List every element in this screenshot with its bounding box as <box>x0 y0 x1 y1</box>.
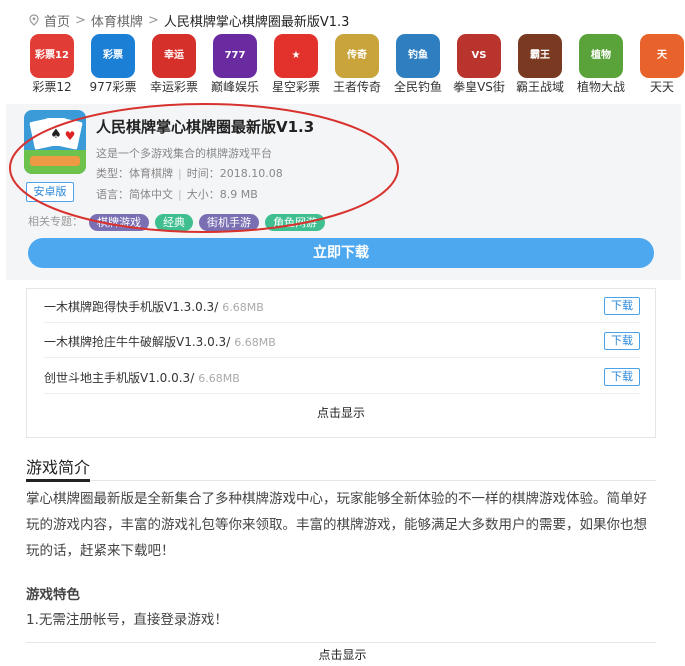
xingyun-icon: 幸运 <box>152 34 196 78</box>
game-time: 时间：2018.10.08 <box>186 167 283 180</box>
app-item[interactable]: 传奇 王者传奇 <box>325 34 389 94</box>
app-name: 霸王战域 <box>515 80 564 94</box>
game-description: 这是一个多游戏集合的棋牌游戏平台 <box>96 147 272 160</box>
related-topics-label: 相关专题： <box>28 215 83 228</box>
download-name[interactable]: 一木棋牌跑得快手机版V1.3.0.3/ <box>44 300 218 314</box>
app-name: 天天 <box>649 80 674 94</box>
related-apps-strip: 彩票12 彩票12 彩票 977彩票 幸运 幸运彩票 777 巅峰娱乐 ★ 星空彩票 传奇 王者传奇钓… <box>20 34 685 96</box>
topic-tag[interactable]: 街机手游 <box>199 214 259 231</box>
app-name: 彩票12 <box>32 80 72 94</box>
game-type: 类型：体育棋牌 <box>96 167 173 180</box>
diaoyu-icon: 钓鱼 <box>396 34 440 78</box>
svg-text:♥: ♥ <box>65 129 76 143</box>
dianfeng-icon: 777 <box>213 34 257 78</box>
download-now-button[interactable]: 立即下载 <box>28 238 654 268</box>
app-name: 植物大战 <box>576 80 625 94</box>
app-item[interactable]: VS 拳皇VS街 <box>447 34 511 94</box>
download-name[interactable]: 一木棋牌抢庄牛牛破解版V1.3.0.3/ <box>44 335 230 349</box>
app-item[interactable]: 幸运 幸运彩票 <box>142 34 206 94</box>
intro-heading: 游戏简介 <box>26 458 91 477</box>
section-divider <box>26 642 656 643</box>
platform-badge[interactable]: 安卓版 <box>26 182 74 202</box>
topic-tag[interactable]: 角色网游 <box>265 214 325 231</box>
app-name: 星空彩票 <box>271 80 320 94</box>
topic-tag[interactable]: 棋牌游戏 <box>89 214 149 231</box>
game-title: 人民棋牌掌心棋牌圈最新版V1.3 <box>96 118 315 136</box>
xingkong-icon: ★ <box>274 34 318 78</box>
app-name: 977彩票 <box>89 80 137 94</box>
topic-tag[interactable]: 经典 <box>155 214 193 231</box>
bawang-icon: 霸王 <box>518 34 562 78</box>
game-language: 语言：简体中文 <box>96 188 173 201</box>
topic-tags: 棋牌游戏 经典 街机手游 角色网游 <box>89 211 331 231</box>
section-divider <box>26 480 656 481</box>
download-name[interactable]: 创世斗地主手机版V1.0.0.3/ <box>44 371 194 385</box>
app-name: 王者传奇 <box>332 80 381 94</box>
tiantian-icon: 天 <box>640 34 684 78</box>
breadcrumb-separator: > <box>75 12 86 28</box>
game-meta-row-2: 语言：简体中文 | 大小：8.9 MB <box>96 188 258 201</box>
breadcrumb-category[interactable]: 体育棋牌 <box>91 11 143 30</box>
download-button[interactable]: 下载 <box>604 331 640 350</box>
quanhuang-icon: VS <box>457 34 501 78</box>
game-meta-row-1: 类型：体育棋牌 | 时间：2018.10.08 <box>96 167 283 180</box>
game-cover-image: ♠ ♥ <box>24 110 86 174</box>
download-button[interactable]: 下载 <box>604 296 640 315</box>
977-icon: 彩票 <box>91 34 135 78</box>
game-size: 大小：8.9 MB <box>186 188 258 201</box>
feature-item: 1.无需注册帐号，直接登录游戏！ <box>26 612 228 628</box>
intro-text: 掌心棋牌圈最新版是全新集合了多种棋牌游戏中心，玩家能够全新体验的不一样的棋牌游戏… <box>26 491 647 559</box>
app-name: 巅峰娱乐 <box>210 80 259 94</box>
download-row: 一木棋牌跑得快手机版V1.3.0.3/6.68MB 下载 <box>44 289 640 323</box>
download-size: 6.68MB <box>198 372 240 385</box>
download-size: 6.68MB <box>222 301 264 314</box>
download-list: 一木棋牌跑得快手机版V1.3.0.3/6.68MB 下载 一木棋牌抢庄牛牛破解版… <box>26 288 656 438</box>
download-row: 创世斗地主手机版V1.0.0.3/6.68MB 下载 <box>44 360 640 394</box>
breadcrumb: 首页 > 体育棋牌 > 人民棋牌掌心棋牌圈最新版V1.3 <box>28 10 349 30</box>
download-size: 6.68MB <box>234 336 276 349</box>
wangzhe-icon: 传奇 <box>335 34 379 78</box>
features-heading: 游戏特色 <box>26 587 80 603</box>
breadcrumb-current: 人民棋牌掌心棋牌圈最新版V1.3 <box>163 14 350 30</box>
section-underline <box>26 479 90 482</box>
app-name: 幸运彩票 <box>149 80 198 94</box>
app-item[interactable]: 钓鱼 全民钓鱼 <box>386 34 450 94</box>
app-item[interactable]: 植物 植物大战 <box>569 34 633 94</box>
app-name: 拳皇VS街 <box>453 80 505 94</box>
app-item[interactable]: 霸王 霸王战域 <box>508 34 572 94</box>
download-row: 一木棋牌抢庄牛牛破解版V1.3.0.3/6.68MB 下载 <box>44 324 640 358</box>
app-item[interactable]: 彩票12 彩票12 <box>20 34 84 94</box>
zhiwu-icon: 植物 <box>579 34 623 78</box>
breadcrumb-home[interactable]: 首页 <box>44 11 70 30</box>
app-item[interactable]: 彩票 977彩票 <box>81 34 145 94</box>
download-button[interactable]: 下载 <box>604 367 640 386</box>
app-item[interactable]: 天天天 <box>630 34 685 94</box>
related-topics: 相关专题： 棋牌游戏 经典 街机手游 角色网游 <box>28 211 331 231</box>
caipiao12-icon: 彩票12 <box>30 34 74 78</box>
svg-text:♠: ♠ <box>50 127 62 142</box>
location-icon <box>29 14 39 26</box>
breadcrumb-separator: > <box>147 12 159 28</box>
app-item[interactable]: ★ 星空彩票 <box>264 34 328 94</box>
app-name: 全民钓鱼 <box>393 80 442 94</box>
page: 首页 > 体育棋牌 > 人民棋牌掌心棋牌圈最新版V1.3 彩票12 彩票12 彩票 9… <box>0 0 685 666</box>
show-more-intro[interactable]: 点击显示 <box>0 646 685 663</box>
show-more-downloads[interactable]: 点击显示 <box>27 404 655 421</box>
app-item[interactable]: 777 巅峰娱乐 <box>203 34 267 94</box>
